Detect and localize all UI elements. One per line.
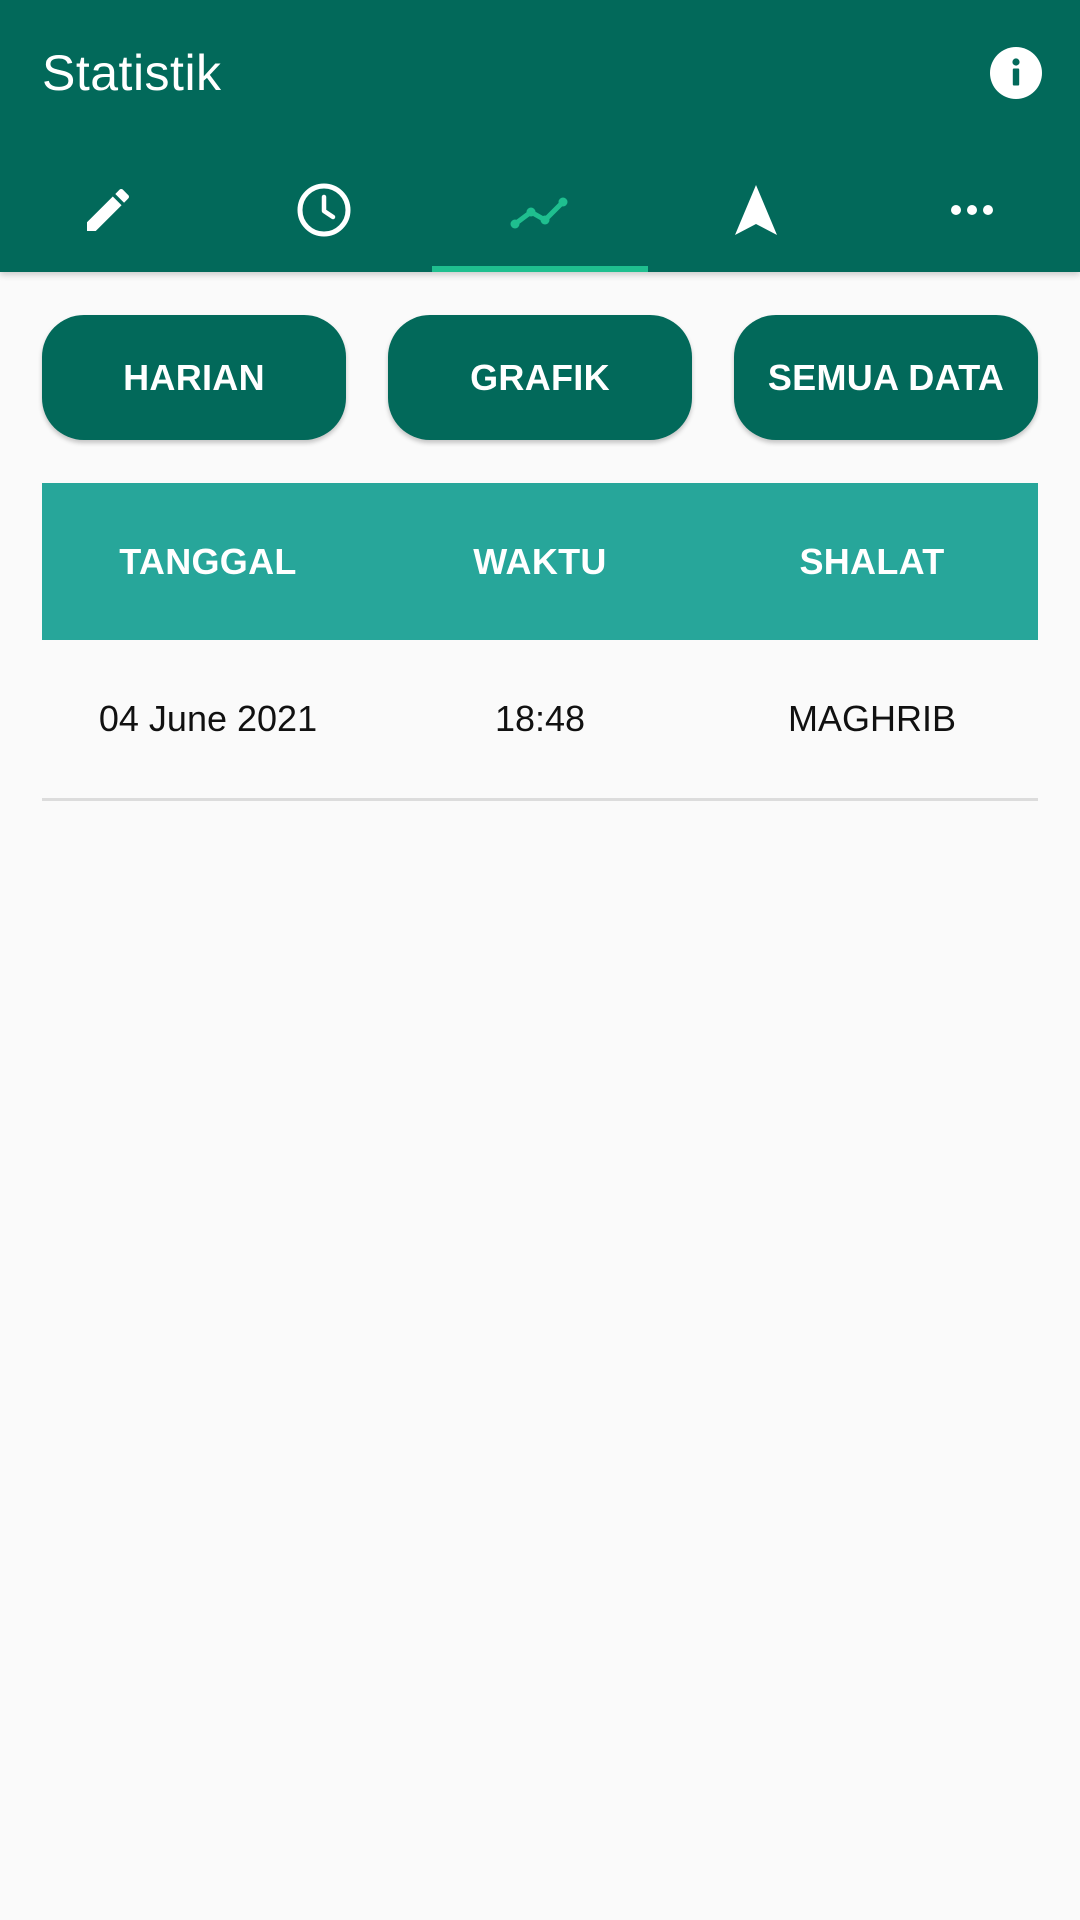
grafik-button[interactable]: GRAFIK [388, 315, 692, 440]
app-screen: Statistik HARIAN GRAFIK SEMUA DATA TANGG… [0, 0, 1080, 1920]
table-header: TANGGAL WAKTU SHALAT [42, 483, 1038, 640]
tab-direction[interactable] [648, 160, 864, 272]
active-tab-indicator [432, 266, 648, 272]
tab-more[interactable] [864, 160, 1080, 272]
tab-bar [0, 160, 1080, 272]
line-chart-icon [510, 197, 568, 229]
cell-time: 18:48 [494, 698, 586, 739]
column-header-shalat: SHALAT [799, 540, 945, 582]
column-header-tanggal: TANGGAL [119, 540, 297, 582]
app-bar: Statistik [0, 0, 1080, 272]
page-title: Statistik [42, 45, 222, 101]
tab-edit[interactable] [0, 160, 216, 272]
cell-prayer: MAGHRIB [787, 698, 956, 739]
semua-data-button[interactable]: SEMUA DATA [734, 315, 1038, 440]
more-horizontal-icon [951, 205, 993, 215]
info-icon[interactable] [990, 47, 1042, 99]
harian-button[interactable]: HARIAN [42, 315, 346, 440]
cell-date: 04 June 2021 [98, 698, 318, 739]
tab-statistics[interactable] [432, 160, 648, 272]
column-header-waktu: WAKTU [473, 540, 607, 582]
tab-time[interactable] [216, 160, 432, 272]
table-row[interactable]: 04 June 2021 18:48 MAGHRIB [42, 640, 1038, 801]
view-selector: HARIAN GRAFIK SEMUA DATA [42, 315, 1038, 440]
clock-icon [297, 183, 351, 237]
pencil-icon [87, 188, 130, 231]
navigation-arrow-icon [735, 185, 777, 235]
